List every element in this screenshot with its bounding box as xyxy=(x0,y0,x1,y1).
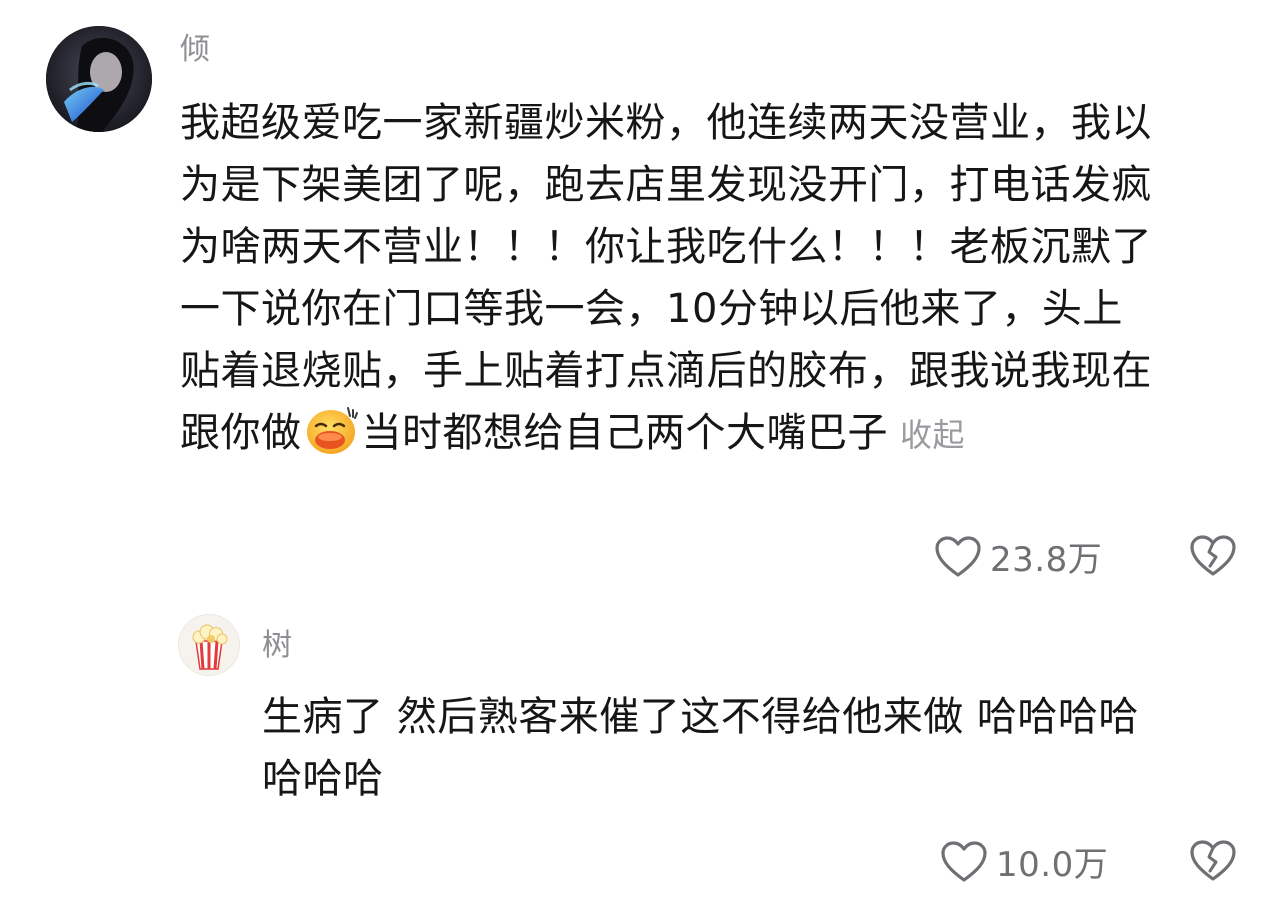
popcorn-icon xyxy=(179,615,239,675)
comment-line-last: 跟你做 当时都想给自己两个大嘴巴子 收起 xyxy=(180,402,1260,464)
comment-text-segment: 跟你做 xyxy=(180,410,302,456)
broken-heart-icon xyxy=(1190,840,1236,881)
heart-outline-icon xyxy=(935,535,981,577)
heart-outline-icon xyxy=(941,840,987,882)
reply-line: 哈哈哈 xyxy=(262,756,384,802)
comment-text-segment: 当时都想给自己两个大嘴巴子 xyxy=(361,410,888,456)
like-count: 10.0万 xyxy=(996,845,1109,885)
reply-text: 生病了 然后熟客来催了这不得给他来做 哈哈哈哈 哈哈哈 xyxy=(262,686,1242,810)
comment-username[interactable]: 倾 xyxy=(180,30,210,70)
comment-line: 一下说你在门口等我一会，10分钟以后他来了，头上 xyxy=(180,286,1123,332)
avatar[interactable] xyxy=(46,26,152,132)
broken-heart-icon xyxy=(1190,535,1236,576)
comment-line: 为是下架美团了呢，跑去店里发现没开门，打电话发疯 xyxy=(180,162,1152,208)
comment-text: 我超级爱吃一家新疆炒米粉，他连续两天没营业，我以 为是下架美团了呢，跑去店里发现… xyxy=(180,92,1260,464)
like-button[interactable]: 10.0万 xyxy=(940,837,1108,886)
avatar[interactable] xyxy=(178,614,240,676)
reply-line: 生病了 然后熟客来催了这不得给他来做 哈哈哈哈 xyxy=(262,694,1139,740)
collapse-link[interactable]: 收起 xyxy=(900,416,965,454)
grinning-face-sweat-emoji xyxy=(304,404,360,456)
dislike-button[interactable] xyxy=(1188,532,1238,582)
avatar-image xyxy=(46,26,152,132)
comment-line: 为啥两天不营业！！！你让我吃什么！！！老板沉默了 xyxy=(180,224,1152,270)
comment-line: 贴着退烧贴，手上贴着打点滴后的胶布，跟我说我现在 xyxy=(180,348,1152,394)
like-button[interactable]: 23.8万 xyxy=(934,532,1102,581)
comment-line: 我超级爱吃一家新疆炒米粉，他连续两天没营业，我以 xyxy=(180,100,1152,146)
dislike-button[interactable] xyxy=(1188,837,1238,887)
reply-username[interactable]: 树 xyxy=(262,626,292,666)
like-count: 23.8万 xyxy=(990,540,1103,580)
